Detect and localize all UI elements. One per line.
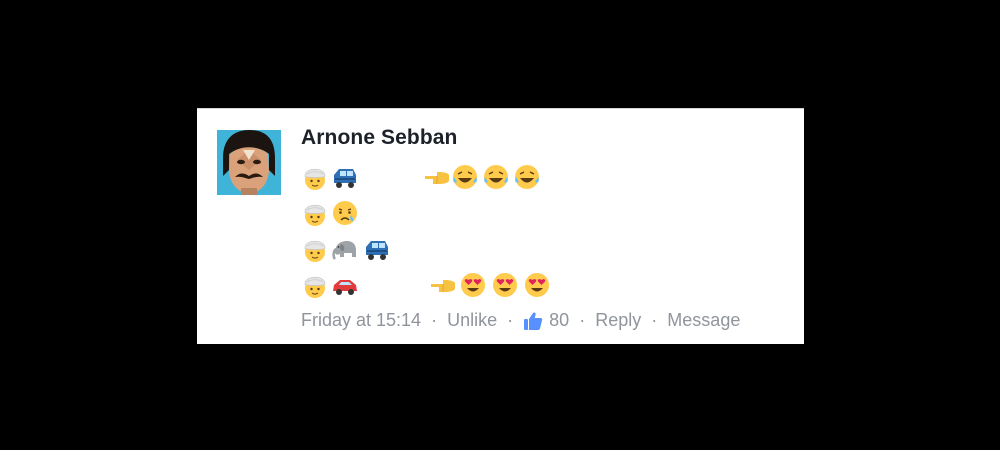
face-with-tears-of-joy-icon	[484, 165, 508, 189]
separator-dot: ·	[507, 309, 514, 330]
message-link[interactable]: Message	[667, 310, 740, 330]
separator-dot: ·	[651, 309, 658, 330]
separator-dot: ·	[579, 309, 586, 330]
red-car-icon	[333, 280, 357, 295]
face-with-tears-of-joy-icon	[453, 165, 477, 189]
backhand-index-pointing-left-icon	[425, 172, 449, 184]
face-with-tears-of-joy-icon	[515, 165, 539, 189]
author-name[interactable]: Arnone Sebban	[301, 126, 457, 150]
comment-line-1	[301, 163, 561, 193]
smiling-face-with-heart-eyes-icon	[525, 273, 549, 297]
person-with-turban-icon	[304, 276, 326, 298]
comment-meta: Friday at 15:14 · Unlike · 80 · Reply · …	[301, 309, 740, 331]
person-with-turban-icon	[304, 240, 326, 262]
separator-dot: ·	[431, 309, 438, 330]
smiling-face-with-heart-eyes-icon	[461, 273, 485, 297]
comment-line-2	[301, 199, 381, 229]
timestamp-link[interactable]: Friday at 15:14	[301, 310, 421, 330]
backhand-index-pointing-left-icon	[431, 280, 455, 292]
like-count-group[interactable]: 80	[523, 309, 574, 331]
blue-car-icon	[366, 241, 388, 260]
comment-card: Arnone Sebban Friday at 15:14 · Unlike ·…	[197, 108, 804, 344]
smiling-face-with-heart-eyes-icon	[493, 273, 517, 297]
like-count: 80	[549, 310, 570, 331]
reply-link[interactable]: Reply	[595, 310, 641, 330]
elephant-icon	[332, 241, 356, 260]
person-with-turban-icon	[304, 168, 326, 190]
avatar[interactable]	[217, 130, 281, 195]
person-with-turban-icon	[304, 204, 326, 226]
comment-line-4	[301, 271, 561, 301]
unlike-link[interactable]: Unlike	[447, 310, 497, 330]
thumbs-up-icon	[524, 312, 543, 330]
crying-face-icon	[333, 201, 357, 225]
blue-car-icon	[334, 169, 356, 188]
comment-line-3	[301, 235, 411, 265]
